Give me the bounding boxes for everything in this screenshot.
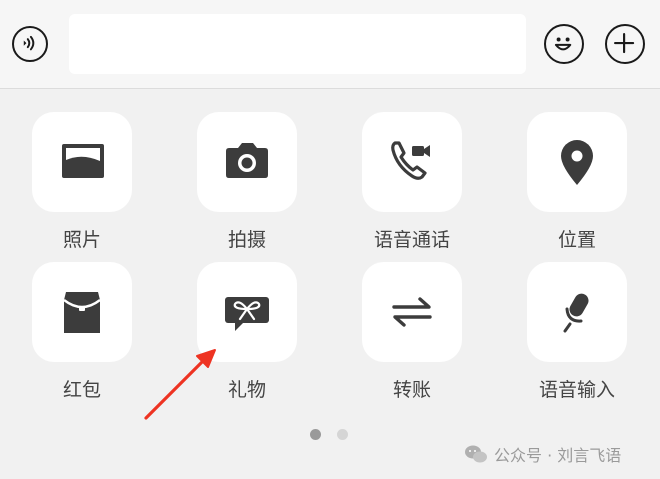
transfer-icon — [392, 297, 432, 327]
photo-icon — [62, 144, 104, 178]
photo-label: 照片 — [62, 229, 101, 251]
transfer-label: 转账 — [392, 379, 431, 401]
red-packet-label: 红包 — [62, 379, 101, 401]
location-pin-icon — [561, 140, 593, 185]
microphone-icon — [563, 293, 589, 333]
smiley-icon — [554, 37, 572, 51]
camera-button[interactable] — [197, 112, 297, 212]
voice-input-label: 语音输入 — [538, 379, 615, 401]
camera-label: 拍摄 — [227, 229, 266, 251]
gift-label: 礼物 — [227, 379, 266, 401]
gift-button[interactable] — [197, 262, 297, 362]
red-packet-button[interactable] — [32, 262, 132, 362]
voice-toggle-button[interactable] — [12, 26, 48, 62]
photo-button[interactable] — [32, 112, 132, 212]
page-indicator-dot-active[interactable] — [310, 429, 321, 440]
watermark-text: 公众号 · 刘言飞语 — [494, 446, 622, 465]
wechat-icon — [465, 445, 487, 463]
location-label: 位置 — [557, 229, 596, 251]
page-indicator-dot[interactable] — [337, 429, 348, 440]
emoji-button[interactable] — [544, 24, 584, 64]
voice-icon — [23, 35, 35, 51]
message-input[interactable] — [69, 14, 526, 74]
transfer-button[interactable] — [362, 262, 462, 362]
voice-call-button[interactable] — [362, 112, 462, 212]
gift-icon — [225, 297, 269, 331]
voice-input-button[interactable] — [527, 262, 627, 362]
more-functions-button[interactable] — [605, 24, 645, 64]
call-video-icon — [391, 141, 430, 180]
camera-icon — [226, 143, 268, 178]
location-button[interactable] — [527, 112, 627, 212]
chat-input-bar — [0, 0, 660, 89]
plus-icon — [614, 33, 635, 54]
watermark: 公众号 · 刘言飞语 — [464, 442, 621, 466]
red-packet-icon — [63, 292, 101, 333]
voice-call-label: 语音通话 — [373, 229, 450, 251]
